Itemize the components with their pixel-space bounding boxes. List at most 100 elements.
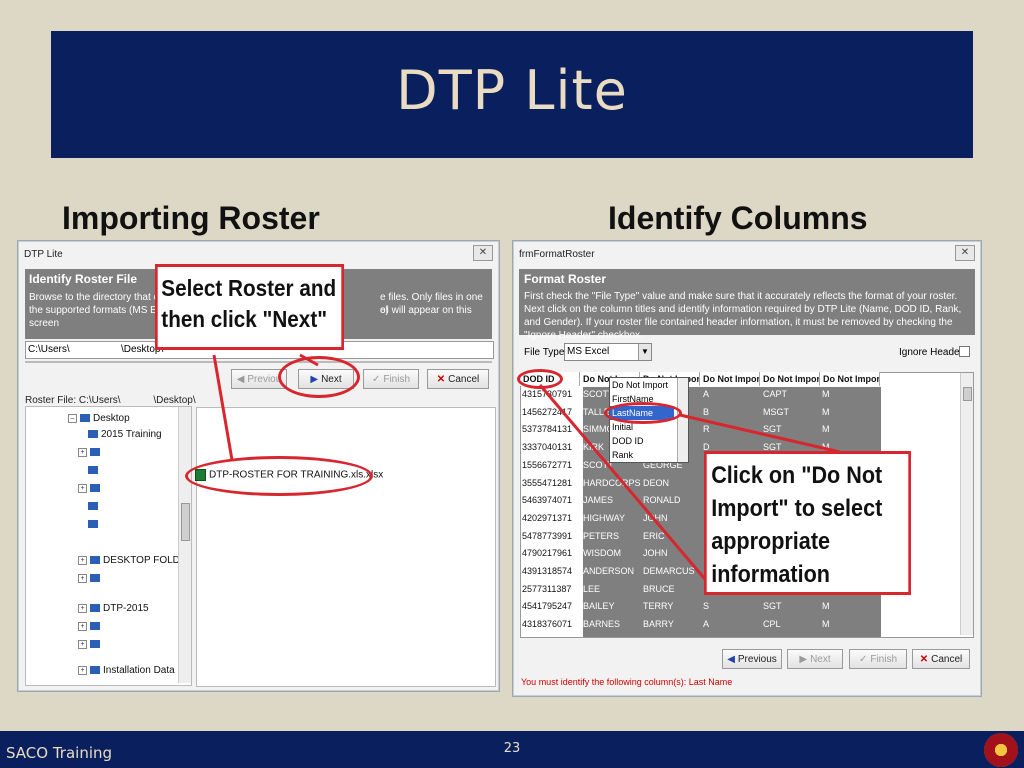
column-header[interactable]: Do Not Import <box>760 372 820 386</box>
table-cell: PETERS <box>583 530 620 541</box>
column-header[interactable]: Do Not Import <box>700 372 760 386</box>
roster-file-path: \Desktop\ <box>153 395 196 406</box>
table-cell: BRUCE <box>643 583 675 594</box>
close-icon[interactable]: ✕ <box>473 245 493 261</box>
heading-identify-columns: Identify Columns <box>608 200 868 236</box>
tree-item-folder[interactable]: + <box>78 639 103 650</box>
table-cell: R <box>703 424 710 435</box>
roster-file-prefix: Roster File: C:\Users\ <box>25 395 121 406</box>
tree-item-dtp-2015[interactable]: + DTP-2015 <box>78 603 149 614</box>
tree-label: 2015 Training <box>101 429 162 440</box>
folder-icon <box>80 414 90 423</box>
ignore-header-checkbox[interactable] <box>959 346 970 357</box>
dod-id-cell: 3337040131 <box>522 442 573 453</box>
table-cell: M <box>822 601 830 612</box>
dod-id-cell: 1556672771 <box>522 459 573 470</box>
page-number: 23 <box>503 741 521 756</box>
table-cell: A <box>703 619 710 630</box>
emblem-icon <box>984 733 1018 767</box>
table-cell: ANDERSON <box>583 566 635 576</box>
table-cell: HARDCORPS <box>583 477 641 488</box>
column-header[interactable]: Do Not Import <box>820 372 880 386</box>
callout-text: Click on "Do Not Import" to select appro… <box>711 462 883 588</box>
check-icon: ✓ <box>371 374 381 385</box>
previous-button[interactable]: ◀ Previous <box>722 649 782 669</box>
folder-icon <box>90 666 100 675</box>
file-type-select[interactable]: MS Excel ▼ <box>564 343 652 361</box>
dod-id-cell: 3555471281 <box>522 477 573 488</box>
expand-icon: + <box>78 555 87 565</box>
path-left: C:\Users\ <box>28 344 70 355</box>
table-cell: WISDOM <box>583 548 621 559</box>
scroll-thumb[interactable] <box>181 503 190 541</box>
tree-label: Desktop <box>93 413 130 424</box>
dod-id-cell: 4391318574 <box>522 566 573 576</box>
dod-id-cell: 5463974071 <box>522 495 573 506</box>
table-cell: ERIC <box>643 530 665 541</box>
callout-select-roster: Select Roster and then click "Next" <box>155 264 344 350</box>
dod-id-cell: 5478773991 <box>522 530 573 541</box>
folder-icon <box>88 520 98 529</box>
heading-importing-roster: Importing Roster <box>62 200 320 236</box>
table-cell: DEON <box>643 477 670 488</box>
folder-icon <box>90 448 100 457</box>
next-label: Next <box>810 654 831 665</box>
chevron-down-icon: ▼ <box>638 344 651 360</box>
tree-item-folder[interactable] <box>88 501 101 512</box>
next-button[interactable]: ▶ Next <box>787 649 843 669</box>
lastname-highlight <box>604 402 682 424</box>
tree-item-folder[interactable]: + <box>78 621 103 632</box>
tree-item-folder[interactable] <box>88 465 101 476</box>
info-line-4: e) will appear on this <box>380 305 472 316</box>
close-icon[interactable]: ✕ <box>955 245 975 261</box>
window-title: frmFormatRoster <box>519 249 595 260</box>
file-highlight <box>185 456 373 496</box>
file-list-pane[interactable] <box>196 407 496 687</box>
dod-id-cell: 5373784131 <box>522 424 573 435</box>
tree-item-2015-training[interactable]: 2015 Training <box>88 429 162 440</box>
dod-id-cell: 2577311387 <box>522 583 572 594</box>
table-cell: JOHN <box>643 548 668 559</box>
folder-icon <box>90 604 100 613</box>
folder-tree[interactable]: – Desktop 2015 Training + + + DESKTOP FOLD… <box>25 406 192 686</box>
tree-item-installation[interactable]: + Installation Data <box>78 665 175 676</box>
tree-item-folder[interactable] <box>88 519 101 530</box>
cancel-button[interactable]: ✕ Cancel <box>912 649 970 669</box>
tree-scrollbar[interactable] <box>178 407 191 683</box>
info-title: Format Roster <box>524 272 607 286</box>
table-cell: CPL <box>763 619 781 630</box>
dod-id-cell: 4315730791 <box>522 389 573 399</box>
expand-icon: + <box>78 639 87 649</box>
info-line-1: Browse to the directory that cont <box>29 292 173 303</box>
table-cell: JOHN <box>643 512 668 523</box>
expand-icon: + <box>78 621 87 631</box>
window-title: DTP Lite <box>24 249 63 260</box>
dod-id-cell: 4541795247 <box>522 601 573 612</box>
dropdown-scrollbar[interactable] <box>677 378 688 462</box>
tree-item-folder[interactable]: + <box>78 447 103 458</box>
tree-item-folder[interactable]: + <box>78 483 103 494</box>
next-button-highlight <box>278 356 360 398</box>
tree-item-desktop-folder[interactable]: + DESKTOP FOLDI <box>78 555 183 566</box>
collapse-icon: – <box>68 413 77 423</box>
dod-id-highlight <box>517 369 563 389</box>
table-cell: SGT <box>763 424 782 435</box>
cancel-icon: ✕ <box>436 374 446 385</box>
previous-label: Previou <box>247 374 282 385</box>
table-cell: BARRY <box>643 619 674 630</box>
table-cell: MSGT <box>763 406 789 417</box>
table-cell: M <box>822 389 830 399</box>
finish-button[interactable]: ✓ Finish <box>363 369 419 389</box>
info-line-5: screen <box>29 318 60 329</box>
cancel-label: Cancel <box>931 654 963 665</box>
tree-label: DESKTOP FOLDI <box>103 555 183 566</box>
scroll-thumb[interactable] <box>963 387 972 401</box>
roster-file-label: Roster File: C:\Users\ \Desktop\ <box>25 395 196 406</box>
finish-button[interactable]: ✓ Finish <box>849 649 907 669</box>
tree-item-desktop[interactable]: – Desktop <box>68 413 130 424</box>
previous-label: Previous <box>737 654 777 665</box>
cancel-button[interactable]: ✕ Cancel <box>427 369 489 389</box>
table-cell: A <box>703 389 710 399</box>
grid-scrollbar[interactable] <box>960 373 973 635</box>
tree-item-folder[interactable]: + <box>78 573 103 584</box>
